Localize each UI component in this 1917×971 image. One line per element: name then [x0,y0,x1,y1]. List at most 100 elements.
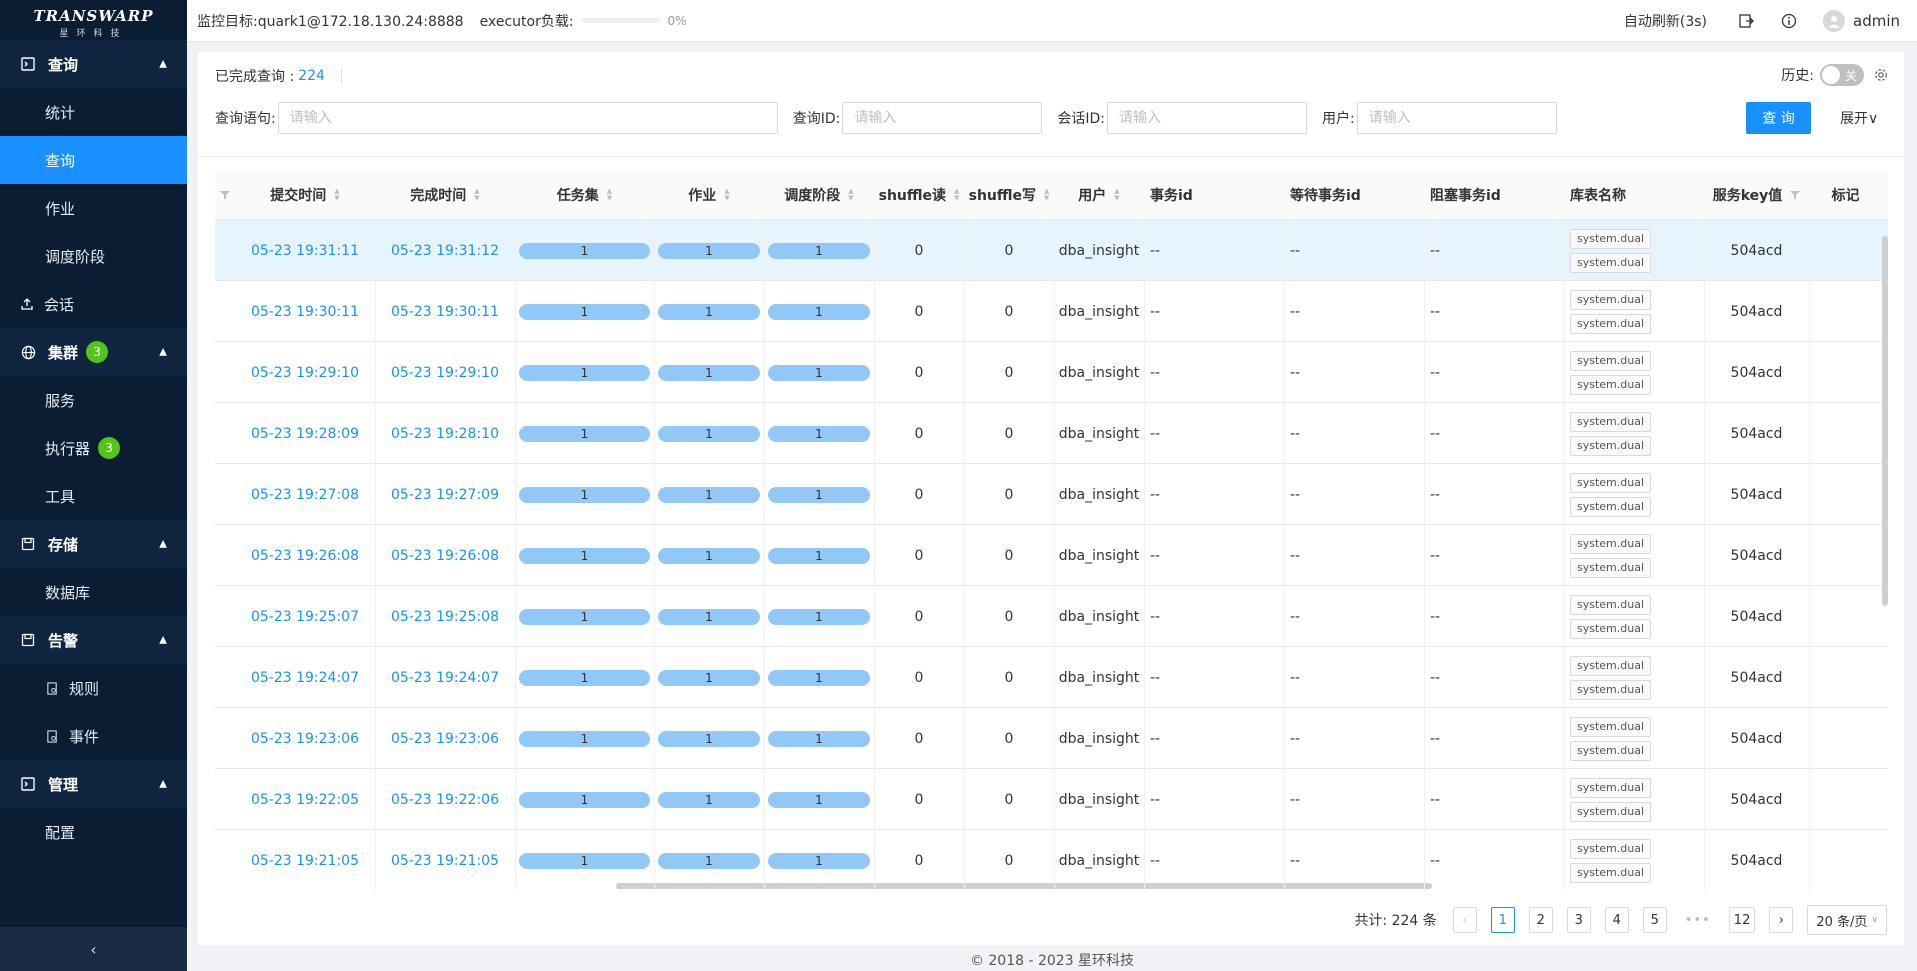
cell-submit-time[interactable]: 05-23 19:26:08 [235,525,375,586]
cell-finish-time[interactable]: 05-23 19:26:08 [375,525,515,586]
cell-finish-time[interactable]: 05-23 19:29:10 [375,342,515,403]
page-4-button[interactable]: 4 [1604,907,1629,933]
menu-group-query[interactable]: 查询 ▲ [0,40,187,88]
sidebar-item-query[interactable]: 查询 [0,136,187,184]
col-service-key[interactable]: 服务key值 [1704,170,1809,220]
cell-tasks: 1 [515,586,654,647]
gear-icon[interactable] [1874,68,1888,82]
table-row[interactable]: 05-23 19:30:11 05-23 19:30:11 1 1 1 0 0 dba_ins… [215,281,1888,342]
page-3-button[interactable]: 3 [1566,907,1591,933]
sidebar-item-database[interactable]: 数据库 [0,568,187,616]
col-user[interactable]: 用户 ▲ ▼ [1054,170,1144,220]
col-stages[interactable]: 调度阶段 ▲ ▼ [764,170,874,220]
page-5-button[interactable]: 5 [1642,907,1667,933]
info-icon[interactable] [1780,12,1798,30]
cell-finish-time[interactable]: 05-23 19:30:11 [375,281,515,342]
prev-page-button[interactable]: ‹ [1452,907,1477,933]
table-row[interactable]: 05-23 19:27:08 05-23 19:27:09 1 1 1 0 0 dba_ins… [215,464,1888,525]
page-size-select[interactable]: 20 条/页 ∨ [1807,905,1887,935]
query-text-input[interactable] [277,102,778,134]
more-pages-button[interactable]: ••• [1680,907,1715,933]
cell-submit-time[interactable]: 05-23 19:28:09 [235,403,375,464]
sidebar-item-rules[interactable]: 规则 [0,664,187,712]
auto-refresh-button[interactable]: 自动刷新(3s) [1624,11,1707,31]
page-1-button[interactable]: 1 [1490,907,1515,933]
filter-icon[interactable] [1790,190,1801,200]
cell-finish-time[interactable]: 05-23 19:23:06 [375,708,515,769]
vertical-scrollbar[interactable] [1882,236,1888,606]
table-tag: system.dual [1570,435,1652,456]
cell-submit-time[interactable]: 05-23 19:29:10 [235,342,375,403]
menu-group-cluster[interactable]: 集群 3 ▲ [0,328,187,376]
upload-icon [20,297,34,311]
table-row[interactable]: 05-23 19:22:05 05-23 19:22:06 1 1 1 0 0 dba_ins… [215,769,1888,830]
cell-jobs: 1 [654,342,764,403]
session-id-input[interactable] [1107,102,1307,134]
cell-submit-time[interactable]: 05-23 19:24:07 [235,647,375,708]
col-tasks[interactable]: 任务集 ▲ ▼ [515,170,654,220]
table-row[interactable]: 05-23 19:28:09 05-23 19:28:10 1 1 1 0 0 dba_ins… [215,403,1888,464]
session-id-label: 会话ID: [1057,111,1105,127]
sidebar-item-jobs[interactable]: 作业 [0,184,187,232]
next-page-button[interactable]: › [1769,907,1794,933]
cell-finish-time[interactable]: 05-23 19:22:06 [375,769,515,830]
cell-submit-time[interactable]: 05-23 19:31:11 [235,220,375,281]
cell-shuffle-read: 0 [914,730,924,747]
terminal-icon [20,776,36,792]
menu-group-storage[interactable]: 存储 ▲ [0,520,187,568]
sidebar-item-services[interactable]: 服务 [0,376,187,424]
history-toggle[interactable]: 关 [1820,64,1864,86]
cell-finish-time[interactable]: 05-23 19:27:09 [375,464,515,525]
col-shuffle-read[interactable]: shuffle读 ▲ ▼ [874,170,964,220]
col-shuffle-write[interactable]: shuffle写 ▲ ▼ [964,170,1054,220]
sidebar-item-executors[interactable]: 执行器 3 [0,424,187,472]
table-row[interactable]: 05-23 19:25:07 05-23 19:25:08 1 1 1 0 0 dba_ins… [215,586,1888,647]
col-label: shuffle写 [968,188,1036,204]
cell-txid: -- [1150,242,1161,259]
file-export-icon[interactable] [1737,12,1755,30]
query-id-input[interactable] [842,102,1043,134]
menu-group-manage[interactable]: 管理 ▲ [0,760,187,808]
row-filter-icon[interactable] [215,170,235,220]
username[interactable]: admin [1853,12,1900,30]
sidebar-item-session[interactable]: 会话 [0,280,187,328]
expand-button[interactable]: 展开∨ [1840,108,1878,128]
table-row[interactable]: 05-23 19:29:10 05-23 19:29:10 1 1 1 0 0 dba_ins… [215,342,1888,403]
sidebar-item-stats[interactable]: 统计 [0,88,187,136]
cell-submit-time[interactable]: 05-23 19:27:08 [235,464,375,525]
sidebar-item-events[interactable]: 事件 [0,712,187,760]
cell-finish-time[interactable]: 05-23 19:25:08 [375,586,515,647]
cell-submit-time[interactable]: 05-23 19:22:05 [235,769,375,830]
user-input[interactable] [1356,102,1557,134]
page-2-button[interactable]: 2 [1528,907,1553,933]
avatar[interactable] [1823,10,1845,32]
table-row[interactable]: 05-23 19:24:07 05-23 19:24:07 1 1 1 0 0 dba_ins… [215,647,1888,708]
horizontal-scrollbar[interactable] [616,883,1432,889]
cell-finish-time[interactable]: 05-23 19:28:10 [375,403,515,464]
cell-finish-time[interactable]: 05-23 19:31:12 [375,220,515,281]
cell-submit-time[interactable]: 05-23 19:30:11 [235,281,375,342]
cell-submit-time[interactable]: 05-23 19:23:06 [235,708,375,769]
cell-finish-time[interactable]: 05-23 19:24:07 [375,647,515,708]
cell-submit-time[interactable]: 05-23 19:21:05 [235,830,375,890]
sidebar-item-config[interactable]: 配置 [0,808,187,856]
col-submit-time[interactable]: 提交时间 ▲ ▼ [235,170,375,220]
collapse-sidebar-button[interactable]: ‹ [0,927,187,971]
table-row[interactable]: 05-23 19:23:06 05-23 19:23:06 1 1 1 0 0 dba_ins… [215,708,1888,769]
page-last-button[interactable]: 12 [1728,907,1756,933]
cell-tasks: 1 [515,830,654,890]
sidebar-item-tools[interactable]: 工具 [0,472,187,520]
cell-wait-txid: -- [1290,669,1301,686]
menu-group-alert[interactable]: 告警 ▲ [0,616,187,664]
table-row[interactable]: 05-23 19:21:05 05-23 19:21:05 1 1 1 0 0 dba_ins… [215,830,1888,890]
table-row[interactable]: 05-23 19:31:11 05-23 19:31:12 1 1 1 0 0 dba_ins… [215,220,1888,281]
cell-finish-time[interactable]: 05-23 19:21:05 [375,830,515,890]
progress-bar: 1 [768,547,870,564]
col-jobs[interactable]: 作业 ▲ ▼ [654,170,764,220]
query-button[interactable]: 查 询 [1746,102,1811,134]
col-finish-time[interactable]: 完成时间 ▲ ▼ [375,170,515,220]
cell-submit-time[interactable]: 05-23 19:25:07 [235,586,375,647]
table-row[interactable]: 05-23 19:26:08 05-23 19:26:08 1 1 1 0 0 dba_ins… [215,525,1888,586]
cell-tasks: 1 [515,769,654,830]
sidebar-item-stages[interactable]: 调度阶段 [0,232,187,280]
